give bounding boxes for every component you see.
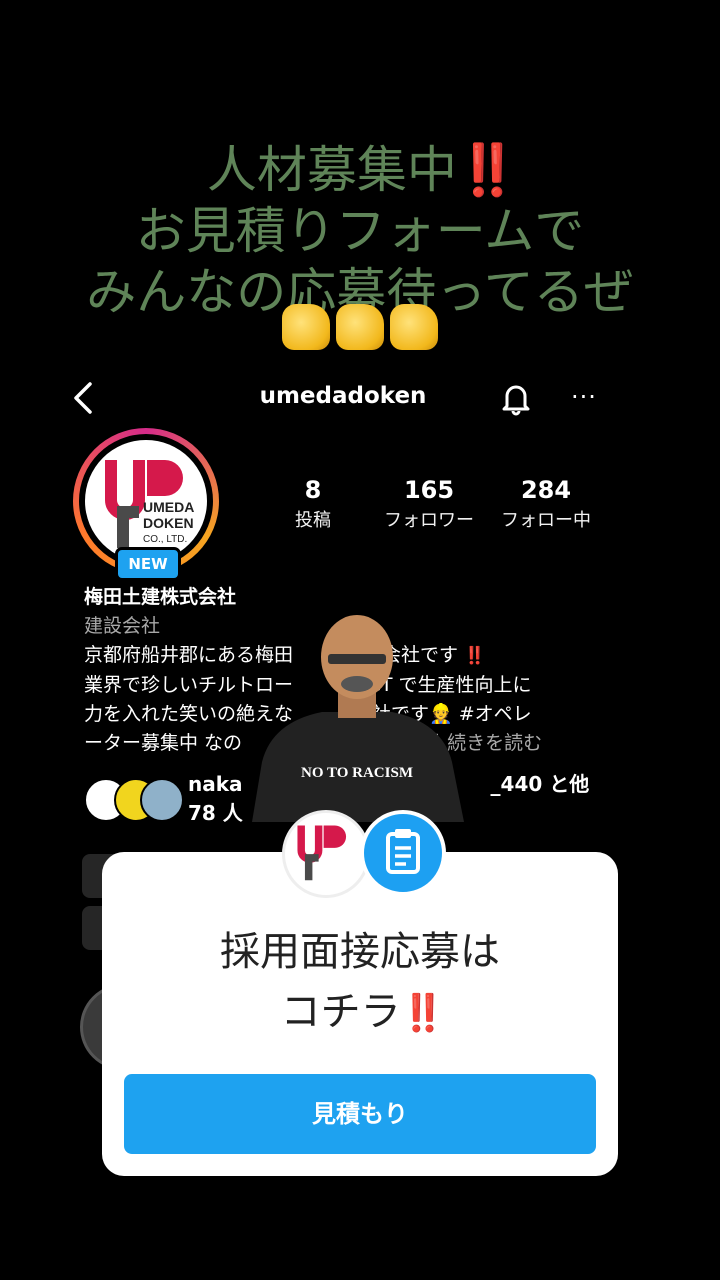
logo-text-1: UMEDA (143, 499, 194, 515)
logo-text-3: CO., LTD. (143, 534, 187, 545)
shirt-text: NO TO RACISM (301, 765, 413, 781)
quote-button[interactable]: 見積もり (124, 1074, 596, 1154)
thumbs-up-icon (282, 304, 330, 350)
card-title: 採用面接応募は コチラ‼️ (220, 929, 500, 1035)
logo-text-2: DOKEN (143, 515, 194, 531)
thumbs-up-icon (336, 304, 384, 350)
company-logo-icon (297, 825, 347, 881)
overlay-line-2: お見積りフォームで (135, 202, 585, 260)
following-count: 284 (520, 476, 572, 504)
new-badge: NEW (115, 547, 181, 581)
overlay-headline: 人材募集中‼️ お見積りフォームで みんなの応募待ってるぜ (0, 140, 720, 323)
follower-avatar[interactable] (140, 778, 184, 822)
notifications-button[interactable] (498, 380, 534, 416)
bell-icon (502, 385, 530, 416)
thumbs-up-row (0, 304, 720, 361)
person-image: NO TO RACISM (232, 612, 482, 822)
thumbs-up-icon (390, 304, 438, 350)
profile-avatar[interactable]: UMEDA DOKEN CO., LTD. (85, 440, 207, 562)
more-options-button[interactable]: ··· (571, 383, 601, 413)
profile-name: 梅田土建株式会社 (84, 586, 237, 608)
overlay-line-1: 人材募集中 (206, 141, 457, 199)
double-exclamation-icon: ‼️ (456, 141, 519, 199)
more-icon: ··· (571, 383, 597, 411)
following-label: フォロー中 (501, 510, 591, 531)
company-logo-icon: UMEDA DOKEN CO., LTD. (105, 460, 194, 548)
card-company-logo (282, 810, 370, 898)
clipboard-icon (360, 810, 446, 896)
stat-following[interactable]: 284 フォロー中 (471, 474, 621, 536)
double-exclamation-icon: ‼️ (400, 993, 446, 1034)
